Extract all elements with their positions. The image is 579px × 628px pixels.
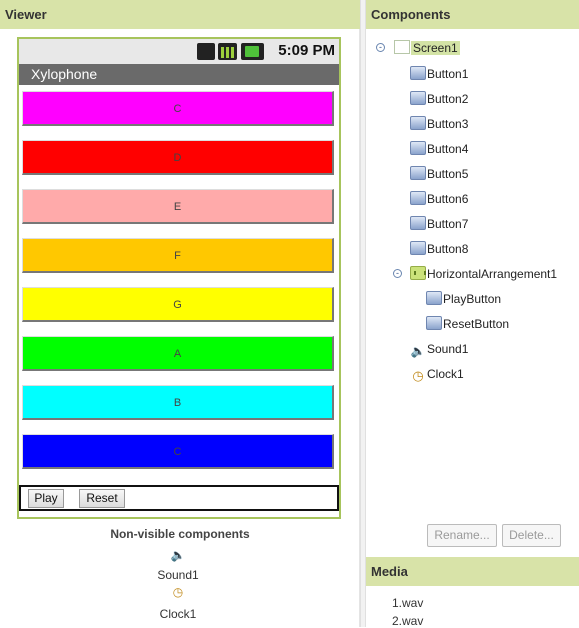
media-item-2-wav[interactable]: 2.wav xyxy=(392,614,423,628)
viewer-panel: 5:09 PM Xylophone C D E F G A B C Play R… xyxy=(0,29,360,627)
tree-item-label: Button5 xyxy=(427,167,469,181)
tree-item-label: Screen1 xyxy=(411,41,460,55)
tree-item-label: Button3 xyxy=(427,117,469,131)
tree-item-horizontal-arrangement1[interactable]: - HorizontalArrangement1 xyxy=(393,264,557,284)
button-icon xyxy=(410,241,426,255)
note-button-high-c[interactable]: C xyxy=(22,434,334,469)
button-icon xyxy=(410,116,426,130)
rename-button[interactable]: Rename... xyxy=(427,524,497,547)
tree-item-label: ResetButton xyxy=(443,317,510,331)
button-icon xyxy=(410,191,426,205)
tree-item-label: Button6 xyxy=(427,192,469,206)
tree-item-sound1[interactable]: 🔈 Sound1 xyxy=(410,339,469,359)
status-time: 5:09 PM xyxy=(278,42,335,59)
speaker-icon: 🔈 xyxy=(410,344,426,358)
tree-item-label: Clock1 xyxy=(427,367,464,381)
note-label: A xyxy=(173,348,182,360)
horizontal-arrangement: Play Reset xyxy=(19,485,339,511)
network-icon xyxy=(197,43,215,60)
collapse-toggle[interactable]: - xyxy=(393,269,402,278)
tree-item-button6[interactable]: Button6 xyxy=(410,189,468,209)
note-button-c[interactable]: C xyxy=(22,91,334,126)
tree-item-button7[interactable]: Button7 xyxy=(410,214,468,234)
tree-item-button1[interactable]: Button1 xyxy=(410,64,468,84)
note-button-e[interactable]: E xyxy=(22,189,334,224)
tree-item-label: Sound1 xyxy=(427,342,469,356)
phone-preview: 5:09 PM Xylophone C D E F G A B C Play R… xyxy=(17,37,341,519)
tree-item-label: Button7 xyxy=(427,217,469,231)
battery-icon xyxy=(241,43,264,60)
nonvisible-components-title: Non-visible components xyxy=(110,527,250,541)
tree-item-screen1[interactable]: - Screen1 xyxy=(376,38,460,58)
components-header: Components xyxy=(366,0,579,29)
horizontal-arrangement-icon xyxy=(410,266,426,280)
nonvisible-clock-label[interactable]: Clock1 xyxy=(0,607,356,621)
tree-item-button2[interactable]: Button2 xyxy=(410,89,468,109)
note-label: E xyxy=(173,201,182,213)
tree-item-button8[interactable]: Button8 xyxy=(410,239,468,259)
note-label: B xyxy=(173,397,182,409)
button-icon xyxy=(410,91,426,105)
delete-button[interactable]: Delete... xyxy=(502,524,561,547)
tree-item-button5[interactable]: Button5 xyxy=(410,164,468,184)
note-label: D xyxy=(173,152,182,164)
button-icon xyxy=(410,141,426,155)
media-header: Media xyxy=(366,557,579,586)
tree-item-button4[interactable]: Button4 xyxy=(410,139,468,159)
component-tree: - Screen1 Button1 Button2 Button3 Button… xyxy=(366,29,579,519)
button-icon xyxy=(426,316,442,330)
tree-item-label: Button2 xyxy=(427,92,469,106)
note-button-a[interactable]: A xyxy=(22,336,334,371)
note-label: F xyxy=(174,250,181,262)
note-button-b[interactable]: B xyxy=(22,385,334,420)
note-label: C xyxy=(173,103,182,115)
play-button[interactable]: Play xyxy=(28,489,64,508)
tree-item-label: PlayButton xyxy=(443,292,502,306)
tree-item-clock1[interactable]: ◷ Clock1 xyxy=(410,364,464,384)
tree-item-label: Button1 xyxy=(427,67,469,81)
button-icon xyxy=(410,166,426,180)
note-label: G xyxy=(173,299,182,311)
tree-item-playbutton[interactable]: PlayButton xyxy=(426,289,501,309)
speaker-icon[interactable]: 🔈 xyxy=(170,548,186,562)
collapse-toggle[interactable]: - xyxy=(376,43,385,52)
nonvisible-sound-label[interactable]: Sound1 xyxy=(0,568,356,582)
button-icon xyxy=(426,291,442,305)
clock-icon: ◷ xyxy=(412,368,424,383)
note-button-f[interactable]: F xyxy=(22,238,334,273)
tree-item-label: Button8 xyxy=(427,242,469,256)
note-button-g[interactable]: G xyxy=(22,287,334,322)
viewer-header: Viewer xyxy=(0,0,360,29)
app-title-bar: Xylophone xyxy=(19,64,339,85)
tree-item-resetbutton[interactable]: ResetButton xyxy=(426,314,509,334)
button-icon xyxy=(410,66,426,80)
reset-button[interactable]: Reset xyxy=(79,489,125,508)
tree-item-label: Button4 xyxy=(427,142,469,156)
signal-bars-icon xyxy=(218,43,237,60)
button-icon xyxy=(410,216,426,230)
media-item-1-wav[interactable]: 1.wav xyxy=(392,596,423,610)
screen-icon xyxy=(394,40,410,54)
clock-icon[interactable]: ◷ xyxy=(170,585,186,599)
note-label: C xyxy=(173,446,182,458)
note-button-d[interactable]: D xyxy=(22,140,334,175)
phone-status-bar: 5:09 PM xyxy=(19,39,339,64)
tree-item-label: HorizontalArrangement1 xyxy=(427,267,558,281)
tree-item-button3[interactable]: Button3 xyxy=(410,114,468,134)
